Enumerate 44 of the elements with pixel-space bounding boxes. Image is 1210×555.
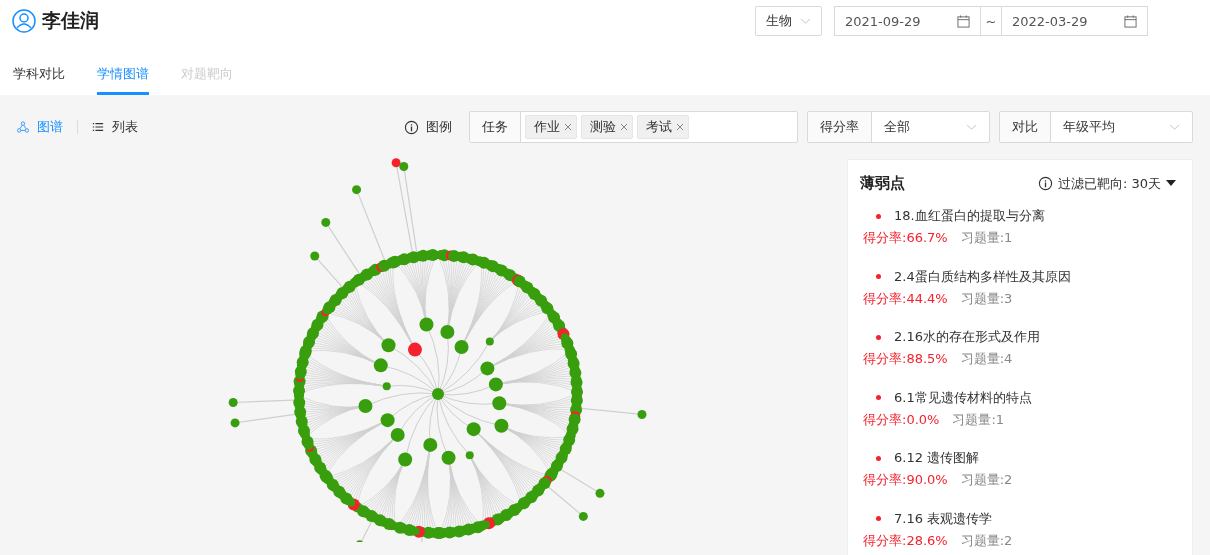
bullet-icon — [876, 455, 881, 461]
panel-title: 薄弱点 — [860, 174, 905, 193]
knowledge-point-name[interactable]: 2.16水的存在形式及作用 — [894, 328, 1040, 346]
question-count: 习题量:1 — [960, 229, 1013, 247]
question-count: 习题量:2 — [960, 471, 1013, 489]
student-name: 李佳润 — [42, 8, 99, 33]
knowledge-point-name[interactable]: 6.12 遗传图解 — [894, 449, 980, 467]
knowledge-point-name[interactable]: 6.1常见遗传材料的特点 — [894, 388, 1032, 407]
question-count: 习题量:2 — [960, 531, 1013, 550]
info-icon — [404, 119, 419, 135]
knowledge-point-name[interactable]: 7.16 表观遗传学 — [894, 509, 993, 528]
user-icon — [12, 9, 36, 33]
date-range-picker[interactable]: 2021-09-29 ~ 2022-03-29 — [834, 6, 1148, 36]
bullet-icon — [876, 213, 881, 219]
bullet-icon — [876, 395, 881, 400]
bullet-icon — [876, 334, 881, 340]
subject-select[interactable]: 生物 — [755, 6, 822, 36]
bullet-icon — [876, 516, 881, 521]
score-rate: 得分率:44.4% — [863, 289, 948, 308]
question-count: 习题量:1 — [952, 410, 1005, 429]
score-rate: 得分率:66.7% — [863, 229, 948, 247]
list-icon — [92, 121, 104, 133]
start-date: 2021-09-29 — [845, 13, 921, 29]
legend-button[interactable]: 图例 — [404, 118, 452, 136]
question-count: 习题量:4 — [960, 350, 1013, 368]
dropdown-arrow-icon — [1166, 180, 1176, 187]
score-rate: 得分率:28.6% — [863, 531, 948, 550]
info-icon — [1037, 176, 1053, 191]
calendar-icon — [1124, 14, 1137, 28]
graph-icon — [17, 121, 29, 133]
knowledge-point-name[interactable]: 2.4蛋白质结构多样性及其原因 — [894, 267, 1071, 286]
range-separator: ~ — [980, 7, 1002, 35]
score-rate: 得分率:88.5% — [863, 350, 948, 368]
score-rate: 得分率:90.0% — [863, 471, 948, 489]
view-toggle[interactable]: 列表 — [92, 118, 138, 136]
chevron-down-icon — [800, 17, 811, 25]
question-count: 习题量:3 — [960, 289, 1013, 308]
knowledge-point-name[interactable]: 18.血红蛋白的提取与分离 — [894, 207, 1045, 225]
bullet-icon — [876, 274, 881, 279]
end-date: 2022-03-29 — [1012, 13, 1088, 29]
tab[interactable]: 学科对比 — [13, 65, 65, 95]
target-filter-dropdown[interactable]: 过滤已靶向: 30天 — [1037, 174, 1176, 193]
calendar-icon — [957, 14, 970, 28]
score-rate: 得分率:0.0% — [863, 410, 940, 429]
